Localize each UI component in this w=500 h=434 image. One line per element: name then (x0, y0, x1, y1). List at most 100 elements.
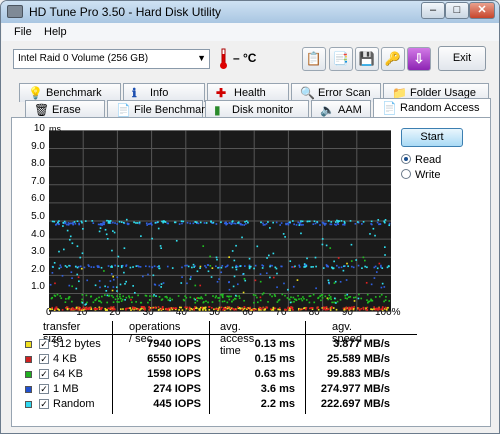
data-point (288, 298, 291, 301)
close-button[interactable]: ✕ (469, 2, 495, 19)
minimize-button[interactable]: – (421, 2, 445, 19)
access-time-cell: 0.13 ms (254, 338, 295, 350)
data-point (345, 306, 348, 309)
data-point (334, 221, 337, 223)
data-point (150, 222, 153, 224)
data-point (105, 290, 108, 292)
data-point (203, 222, 206, 224)
data-point (269, 276, 271, 279)
data-point (360, 297, 363, 300)
data-point (191, 266, 193, 269)
data-point (264, 223, 266, 226)
data-point (344, 294, 346, 297)
data-point (216, 258, 218, 261)
maximize-button[interactable]: □ (445, 2, 469, 19)
data-point (358, 309, 361, 311)
data-point (373, 306, 375, 308)
data-point (211, 267, 214, 270)
data-point (82, 228, 84, 230)
data-point (137, 308, 140, 310)
data-point (231, 300, 233, 303)
data-point (366, 306, 369, 309)
data-point (310, 307, 313, 309)
read-radio[interactable]: Read (401, 154, 441, 166)
menu-help[interactable]: Help (44, 26, 67, 38)
data-point (118, 220, 121, 223)
data-point (171, 267, 174, 269)
data-point (178, 309, 180, 311)
data-point (180, 306, 182, 309)
copy-screenshot-button[interactable]: 📑 (329, 47, 353, 71)
data-point (78, 223, 81, 226)
data-point (281, 293, 284, 296)
data-point (229, 308, 232, 311)
data-point (345, 279, 348, 281)
data-point (337, 223, 340, 226)
data-point (266, 257, 268, 259)
data-point (370, 308, 372, 311)
data-point (171, 308, 174, 311)
table-row: ✓ 4 KB 6550 IOPS 0.15 ms 25.589 MB/s (23, 352, 403, 368)
data-point (157, 221, 159, 223)
series-checkbox[interactable]: ✓ (39, 369, 49, 379)
options-button[interactable]: 🔑 (381, 47, 405, 71)
data-point (351, 265, 353, 268)
data-point (249, 306, 252, 309)
data-point (104, 228, 107, 231)
data-point (125, 296, 128, 299)
data-point (306, 257, 308, 260)
data-point (114, 222, 116, 224)
data-point (52, 266, 54, 268)
data-point (112, 296, 115, 299)
data-point (242, 291, 245, 294)
table-row: ✓ 512 bytes 7940 IOPS 0.13 ms 3.877 MB/s (23, 337, 403, 353)
data-point (387, 306, 389, 309)
drive-select[interactable]: Intel Raid 0 Volume (256 GB) ▼ (13, 49, 210, 69)
data-point (105, 233, 108, 236)
title-bar[interactable]: HD Tune Pro 3.50 - Hard Disk Utility – □… (1, 1, 499, 23)
copy-info-button[interactable]: 📋 (302, 47, 326, 71)
data-point (285, 308, 287, 311)
series-checkbox[interactable]: ✓ (39, 354, 49, 364)
write-radio[interactable]: Write (401, 169, 440, 181)
series-checkbox[interactable]: ✓ (39, 339, 49, 349)
download-button[interactable]: ⇩ (407, 47, 431, 71)
start-button[interactable]: Start (401, 128, 463, 147)
data-point (303, 263, 306, 265)
data-point (67, 222, 70, 224)
data-point (235, 308, 238, 311)
data-point (160, 247, 163, 250)
menu-file[interactable]: File (14, 26, 32, 38)
data-point (278, 298, 281, 301)
series-color-swatch (25, 401, 32, 408)
data-point (297, 294, 299, 297)
data-point (388, 300, 391, 302)
data-point (330, 221, 333, 223)
data-point (135, 222, 137, 224)
data-point (302, 223, 304, 226)
data-point (226, 222, 229, 225)
data-point (288, 309, 291, 311)
data-point (74, 222, 77, 225)
save-button[interactable]: 💾 (355, 47, 379, 71)
temperature-readout: – °C (233, 51, 257, 65)
data-point (346, 293, 349, 296)
series-checkbox[interactable]: ✓ (39, 384, 49, 394)
data-point (94, 284, 97, 287)
data-point (153, 265, 156, 268)
data-point (49, 283, 52, 286)
data-point (323, 222, 326, 225)
data-point (378, 223, 380, 226)
tab-random-access[interactable]: 📄 Random Access (373, 98, 491, 118)
data-point (234, 222, 237, 225)
data-point (383, 286, 386, 288)
exit-button[interactable]: Exit (438, 46, 486, 71)
data-point (185, 296, 188, 299)
data-point (210, 276, 213, 278)
series-checkbox[interactable]: ✓ (39, 399, 49, 409)
data-point (265, 272, 268, 275)
data-point (221, 300, 224, 303)
data-point (79, 308, 82, 311)
data-point (158, 284, 161, 287)
data-point (333, 282, 336, 284)
